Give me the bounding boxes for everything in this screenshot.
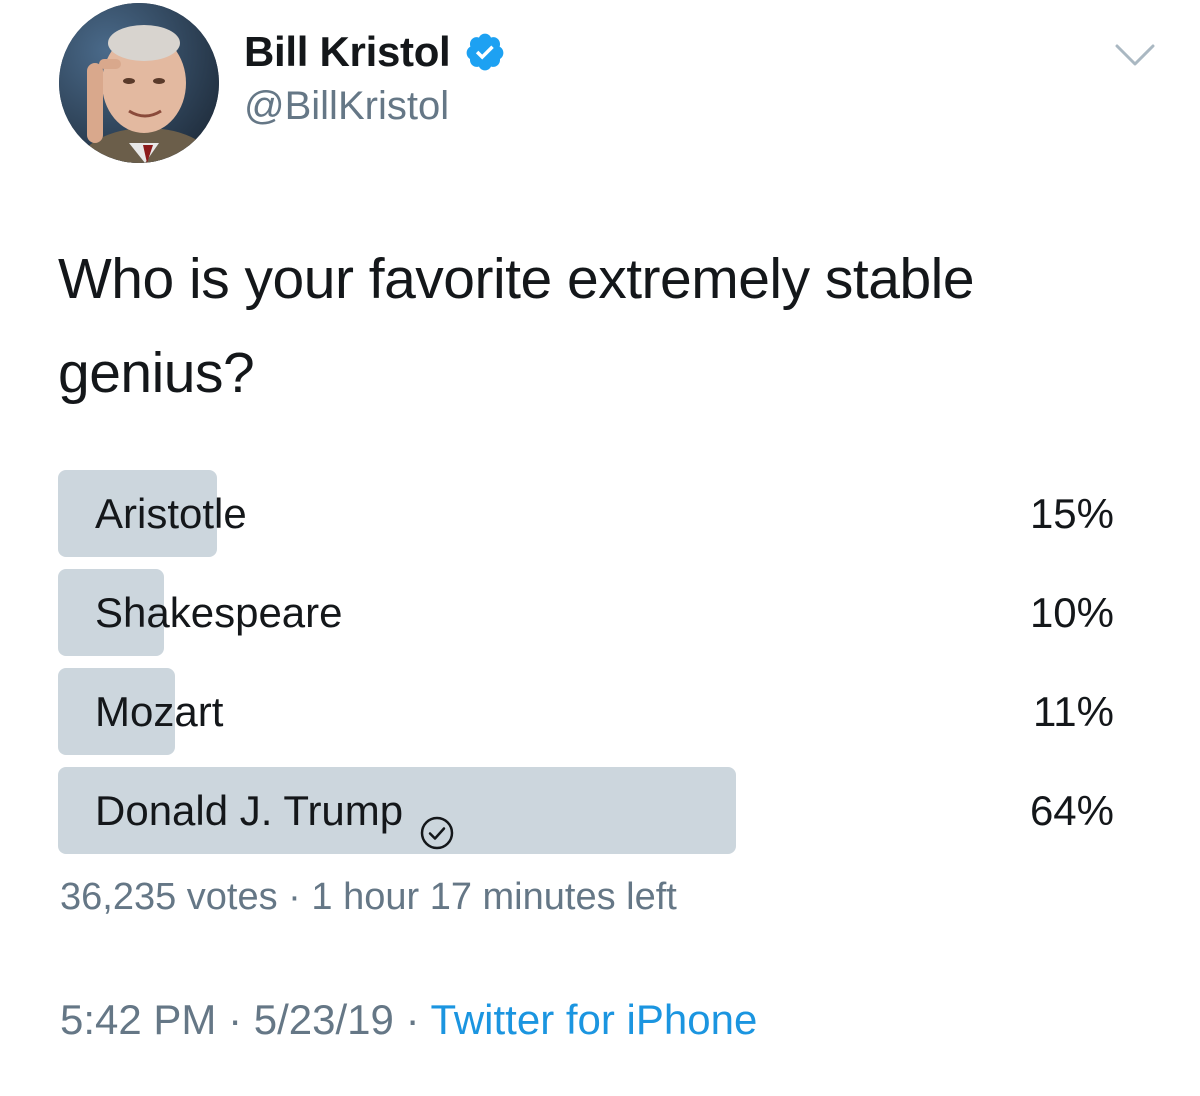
poll: Aristotle 15% Shakespeare 10% Mozart 11%… <box>58 470 1118 866</box>
poll-meta-separator: · <box>288 876 301 918</box>
poll-option-shakespeare: Shakespeare 10% <box>58 569 1118 656</box>
tweet-date[interactable]: 5/23/19 <box>254 996 394 1043</box>
tweet-text: Who is your favorite extremely stable ge… <box>58 247 975 405</box>
check-circle-icon <box>419 793 455 849</box>
timestamp-separator: · <box>405 996 420 1043</box>
poll-option-aristotle: Aristotle 15% <box>58 470 1118 557</box>
poll-meta: 36,235 votes · 1 hour 17 minutes left <box>60 876 677 919</box>
poll-option-label: Aristotle <box>95 490 247 537</box>
tweet-timestamp-row: 5:42 PM · 5/23/19 · Twitter for iPhone <box>60 996 757 1044</box>
poll-option-label: Donald J. Trump <box>95 787 404 834</box>
author-name-row: Bill Kristol <box>244 26 506 78</box>
poll-option-percent: 64% <box>1029 787 1114 834</box>
poll-option-label: Shakespeare <box>95 589 343 636</box>
poll-option-trump: Donald J. Trump 64% <box>58 767 1118 854</box>
verified-badge-icon <box>464 31 506 73</box>
author-handle[interactable]: @BillKristol <box>244 84 449 129</box>
poll-option-mozart: Mozart 11% <box>58 668 1118 755</box>
chevron-down-icon[interactable] <box>1113 40 1157 70</box>
poll-option-percent: 15% <box>1029 490 1114 537</box>
poll-option-percent: 11% <box>1033 688 1114 735</box>
author-display-name[interactable]: Bill Kristol <box>244 28 451 76</box>
poll-vote-count: 36,235 votes <box>60 876 278 918</box>
poll-option-label: Mozart <box>95 688 224 735</box>
poll-time-left: 1 hour 17 minutes left <box>311 876 677 918</box>
poll-option-percent: 10% <box>1029 589 1114 636</box>
avatar[interactable] <box>59 3 219 163</box>
tweet-card: Bill Kristol @BillKristol Who is your fa… <box>0 0 1200 1096</box>
timestamp-separator: · <box>228 996 243 1043</box>
tweet-source-link[interactable]: Twitter for iPhone <box>431 996 758 1043</box>
profile-photo <box>59 3 219 163</box>
tweet-time[interactable]: 5:42 PM <box>60 996 216 1043</box>
